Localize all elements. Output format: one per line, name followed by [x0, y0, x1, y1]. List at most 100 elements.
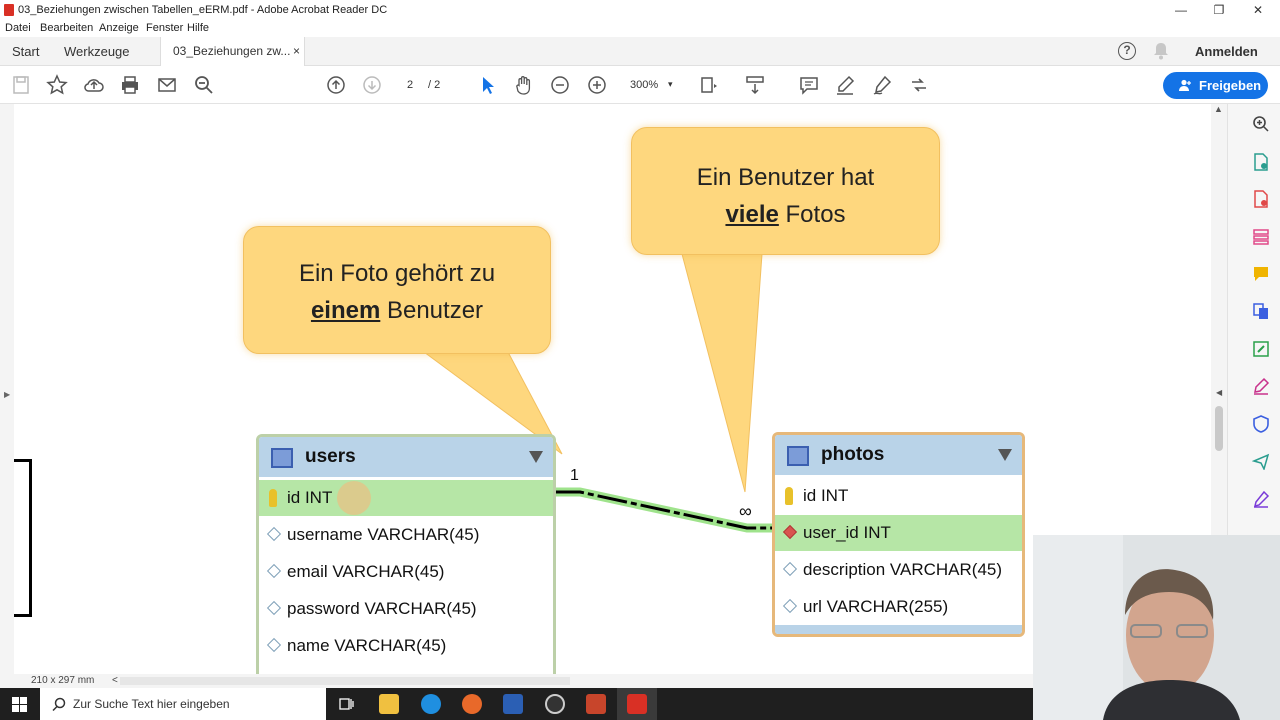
- document-view[interactable]: 1 ∞ Ein Foto gehört zu einem Benutzer Ei…: [14, 104, 1211, 674]
- search-icon[interactable]: [193, 74, 215, 96]
- windows-start-icon[interactable]: [12, 697, 27, 712]
- photos-column-user-id[interactable]: user_id INT: [775, 515, 1022, 551]
- menu-bearbeiten[interactable]: Bearbeiten: [40, 20, 93, 37]
- users-table-header[interactable]: users: [259, 437, 553, 477]
- edge-browser-icon[interactable]: [421, 694, 441, 714]
- zoom-search-icon[interactable]: [1252, 115, 1270, 133]
- share-button[interactable]: Freigeben: [1163, 72, 1268, 99]
- share-button-label: Freigeben: [1199, 78, 1262, 93]
- page-down-icon[interactable]: [361, 74, 383, 96]
- table-icon: [787, 446, 809, 466]
- menu-fenster[interactable]: Fenster: [146, 20, 183, 37]
- zoom-in-icon[interactable]: [586, 74, 608, 96]
- users-table[interactable]: users id INT username VARCHAR(45) email …: [256, 434, 556, 674]
- powerpoint-icon[interactable]: [586, 694, 606, 714]
- tab-bar: Start Werkzeuge 03_Beziehungen zw... × ?…: [0, 37, 1280, 66]
- scroll-left-icon[interactable]: <: [112, 674, 118, 688]
- fill-sign-icon[interactable]: [1252, 377, 1270, 395]
- maximize-button[interactable]: ❐: [1201, 0, 1237, 20]
- photos-table-header[interactable]: photos: [775, 435, 1022, 475]
- taskbar-search-placeholder: Zur Suche Text hier eingeben: [73, 697, 230, 711]
- users-column-email[interactable]: email VARCHAR(45): [259, 554, 553, 590]
- sign-icon[interactable]: [871, 74, 893, 96]
- create-pdf-icon[interactable]: [1252, 190, 1270, 208]
- page-fit-icon[interactable]: [698, 74, 720, 96]
- scroll-up-icon[interactable]: ▲: [1214, 104, 1223, 114]
- title-bar: 03_Beziehungen zwischen Tabellen_eERM.pd…: [0, 0, 1280, 20]
- photos-table-name: photos: [821, 444, 885, 465]
- word-icon[interactable]: [503, 694, 523, 714]
- bubble-left-line2: einem Benutzer: [244, 292, 550, 329]
- menu-datei[interactable]: Datei: [5, 20, 31, 37]
- collapse-right-icon[interactable]: ◀: [1216, 388, 1222, 397]
- hand-tool-icon[interactable]: [513, 74, 535, 96]
- scroll-mode-icon[interactable]: [744, 74, 766, 96]
- print-icon[interactable]: [119, 74, 141, 96]
- task-view-icon[interactable]: [339, 696, 355, 712]
- save-icon[interactable]: [10, 74, 32, 96]
- photos-table[interactable]: photos id INT user_id INT description VA…: [772, 432, 1025, 637]
- signin-link[interactable]: Anmelden: [1195, 37, 1258, 66]
- mail-icon[interactable]: [156, 74, 178, 96]
- photos-column-url[interactable]: url VARCHAR(255): [775, 589, 1022, 625]
- star-icon[interactable]: [46, 74, 68, 96]
- page-up-icon[interactable]: [325, 74, 347, 96]
- webcam-overlay: [1033, 535, 1280, 720]
- left-panel-toggle[interactable]: ▶: [0, 104, 14, 674]
- comment-icon[interactable]: [798, 74, 820, 96]
- highlight-pen-icon[interactable]: [834, 74, 856, 96]
- tab-close-icon[interactable]: ×: [293, 37, 300, 66]
- comment-tool-icon[interactable]: [1252, 265, 1270, 283]
- chevron-down-icon: ▾: [668, 79, 673, 89]
- bubble-right-emphasis: viele: [725, 201, 779, 228]
- acrobat-taskbar-button[interactable]: [617, 688, 657, 720]
- close-button[interactable]: ✕: [1240, 0, 1276, 20]
- obs-icon[interactable]: [545, 694, 565, 714]
- cloud-upload-icon[interactable]: [83, 74, 105, 96]
- users-table-name: users: [305, 446, 356, 467]
- bubble-right-line2: viele Fotos: [632, 196, 939, 233]
- tab-start[interactable]: Start: [12, 37, 39, 66]
- scrollbar-thumb[interactable]: [1215, 406, 1223, 451]
- tab-document[interactable]: 03_Beziehungen zw... ×: [160, 37, 305, 66]
- menu-anzeige[interactable]: Anzeige: [99, 20, 139, 37]
- expand-left-icon: ▶: [4, 390, 11, 399]
- users-column-username[interactable]: username VARCHAR(45): [259, 517, 553, 553]
- pdf-file-icon: [4, 4, 14, 16]
- users-column-password[interactable]: password VARCHAR(45): [259, 591, 553, 627]
- menu-hilfe[interactable]: Hilfe: [187, 20, 209, 37]
- table-icon: [271, 448, 293, 468]
- select-cursor-icon[interactable]: [477, 74, 499, 96]
- horizontal-scrollbar[interactable]: [120, 677, 570, 685]
- users-column-name[interactable]: name VARCHAR(45): [259, 628, 553, 664]
- tab-document-label: 03_Beziehungen zw...: [173, 44, 291, 58]
- taskbar-search-box[interactable]: Zur Suche Text hier eingeben: [40, 688, 326, 720]
- collapse-arrow-icon[interactable]: [529, 451, 543, 463]
- help-icon[interactable]: ?: [1118, 42, 1136, 60]
- signature-icon[interactable]: [1252, 490, 1270, 508]
- send-review-icon[interactable]: [1252, 452, 1270, 470]
- tab-tools[interactable]: Werkzeuge: [64, 37, 130, 66]
- minimize-button[interactable]: —: [1163, 0, 1199, 20]
- firefox-icon[interactable]: [462, 694, 482, 714]
- primary-key-icon: [785, 487, 793, 505]
- bubble-left-emphasis: einem: [310, 297, 381, 324]
- export-pdf-icon[interactable]: [1252, 153, 1270, 171]
- zoom-out-icon[interactable]: [549, 74, 571, 96]
- photos-column-id[interactable]: id INT: [775, 478, 1022, 514]
- toolbar: 2 / 2 300% ▾ Freigeben: [0, 66, 1280, 104]
- protect-shield-icon[interactable]: [1252, 415, 1270, 433]
- edit-pdf-icon[interactable]: [1252, 340, 1270, 358]
- column-diamond-icon: [266, 637, 282, 653]
- column-diamond-icon: [266, 526, 282, 542]
- more-tools-icon[interactable]: [908, 74, 930, 96]
- combine-files-icon[interactable]: [1252, 302, 1270, 320]
- bell-icon[interactable]: [1153, 42, 1169, 60]
- collapse-arrow-icon[interactable]: [998, 449, 1012, 461]
- photos-column-description[interactable]: description VARCHAR(45): [775, 552, 1022, 588]
- users-column-id[interactable]: id INT: [259, 480, 553, 516]
- organize-pages-icon[interactable]: [1252, 228, 1270, 246]
- zoom-select[interactable]: 300% ▾: [620, 75, 682, 95]
- file-explorer-icon[interactable]: [379, 694, 399, 714]
- page-number-input[interactable]: 2: [398, 75, 422, 95]
